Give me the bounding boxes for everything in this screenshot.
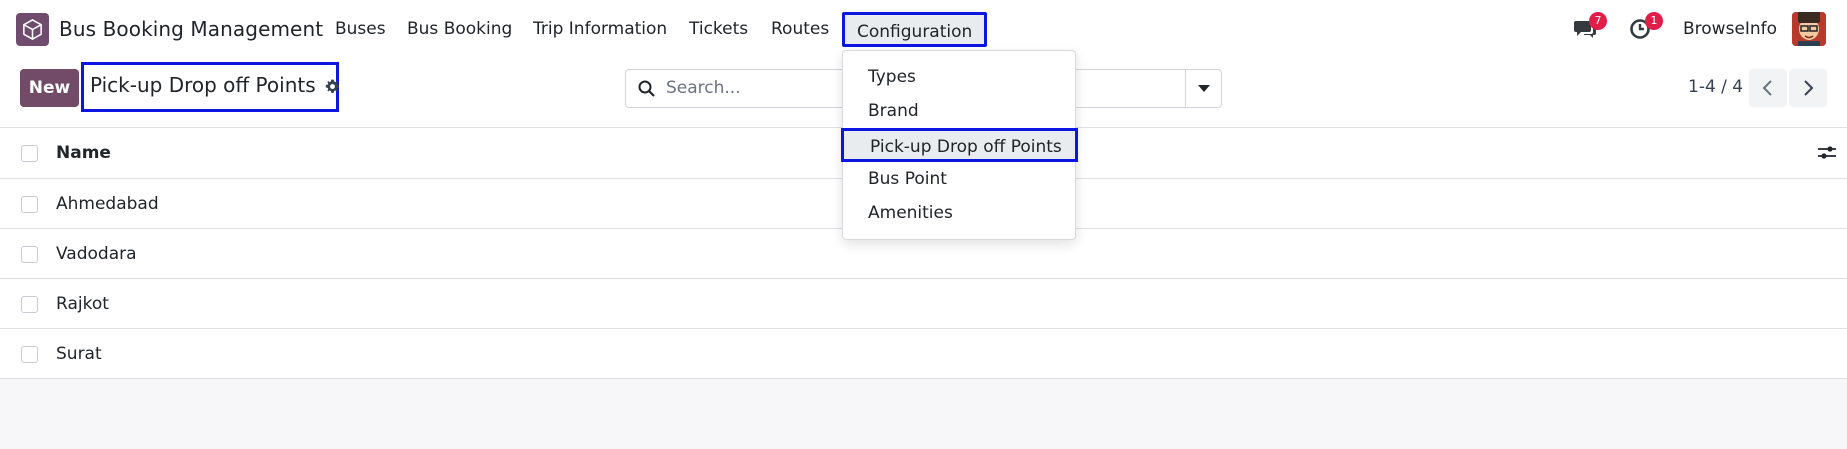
row-checkbox[interactable]	[21, 346, 38, 363]
menu-trip-information[interactable]: Trip Information	[533, 19, 667, 39]
page-title: Pick-up Drop off Points	[90, 73, 316, 97]
search-icon	[638, 80, 655, 101]
menu-buses[interactable]: Buses	[335, 19, 386, 39]
breadcrumb: Pick-up Drop off Points	[81, 62, 340, 112]
app-logo-icon[interactable]	[16, 13, 49, 46]
app-title[interactable]: Bus Booking Management	[59, 17, 323, 41]
user-avatar[interactable]	[1792, 12, 1826, 46]
chevron-left-icon	[1762, 80, 1772, 96]
column-header-name[interactable]: Name	[56, 143, 111, 163]
pager-value[interactable]: 1-4 / 4	[1688, 77, 1743, 97]
row-name: Rajkot	[56, 294, 109, 314]
chevron-down-icon	[1198, 85, 1210, 92]
table-row[interactable]: Rajkot	[0, 279, 1847, 329]
menu-configuration[interactable]: Configuration	[842, 12, 988, 47]
new-button[interactable]: New	[20, 69, 79, 107]
row-checkbox[interactable]	[21, 296, 38, 313]
pager-next-button[interactable]	[1789, 69, 1827, 107]
dropdown-item-pickup-drop-off-points[interactable]: Pick-up Drop off Points	[841, 128, 1078, 162]
messages-count-badge: 7	[1589, 12, 1607, 30]
configuration-dropdown: Types Brand Pick-up Drop off Points Bus …	[841, 50, 1078, 240]
top-navbar: Bus Booking Management Buses Bus Booking…	[0, 0, 1847, 57]
company-switcher[interactable]: BrowseInfo	[1683, 19, 1777, 39]
search-options-toggle[interactable]	[1185, 70, 1221, 107]
select-all-checkbox[interactable]	[21, 145, 38, 162]
menu-tickets[interactable]: Tickets	[689, 19, 748, 39]
dropdown-item-amenities[interactable]: Amenities	[868, 203, 953, 223]
dropdown-item-types[interactable]: Types	[868, 67, 916, 87]
row-name: Vadodara	[56, 244, 137, 264]
row-checkbox[interactable]	[21, 246, 38, 263]
dropdown-item-bus-point[interactable]: Bus Point	[868, 169, 947, 189]
pager-previous-button[interactable]	[1749, 69, 1787, 107]
row-name: Surat	[56, 344, 102, 364]
search-input[interactable]	[666, 78, 866, 98]
gear-icon[interactable]	[325, 75, 340, 99]
table-row[interactable]: Surat	[0, 329, 1847, 379]
chevron-right-icon	[1804, 80, 1814, 96]
optional-columns-icon[interactable]	[1817, 145, 1837, 165]
menu-bus-booking[interactable]: Bus Booking	[407, 19, 512, 39]
menu-routes[interactable]: Routes	[771, 19, 829, 39]
dropdown-item-brand[interactable]: Brand	[868, 101, 919, 121]
activities-count-badge: 1	[1645, 12, 1663, 30]
row-name: Ahmedabad	[56, 194, 159, 214]
row-checkbox[interactable]	[21, 196, 38, 213]
